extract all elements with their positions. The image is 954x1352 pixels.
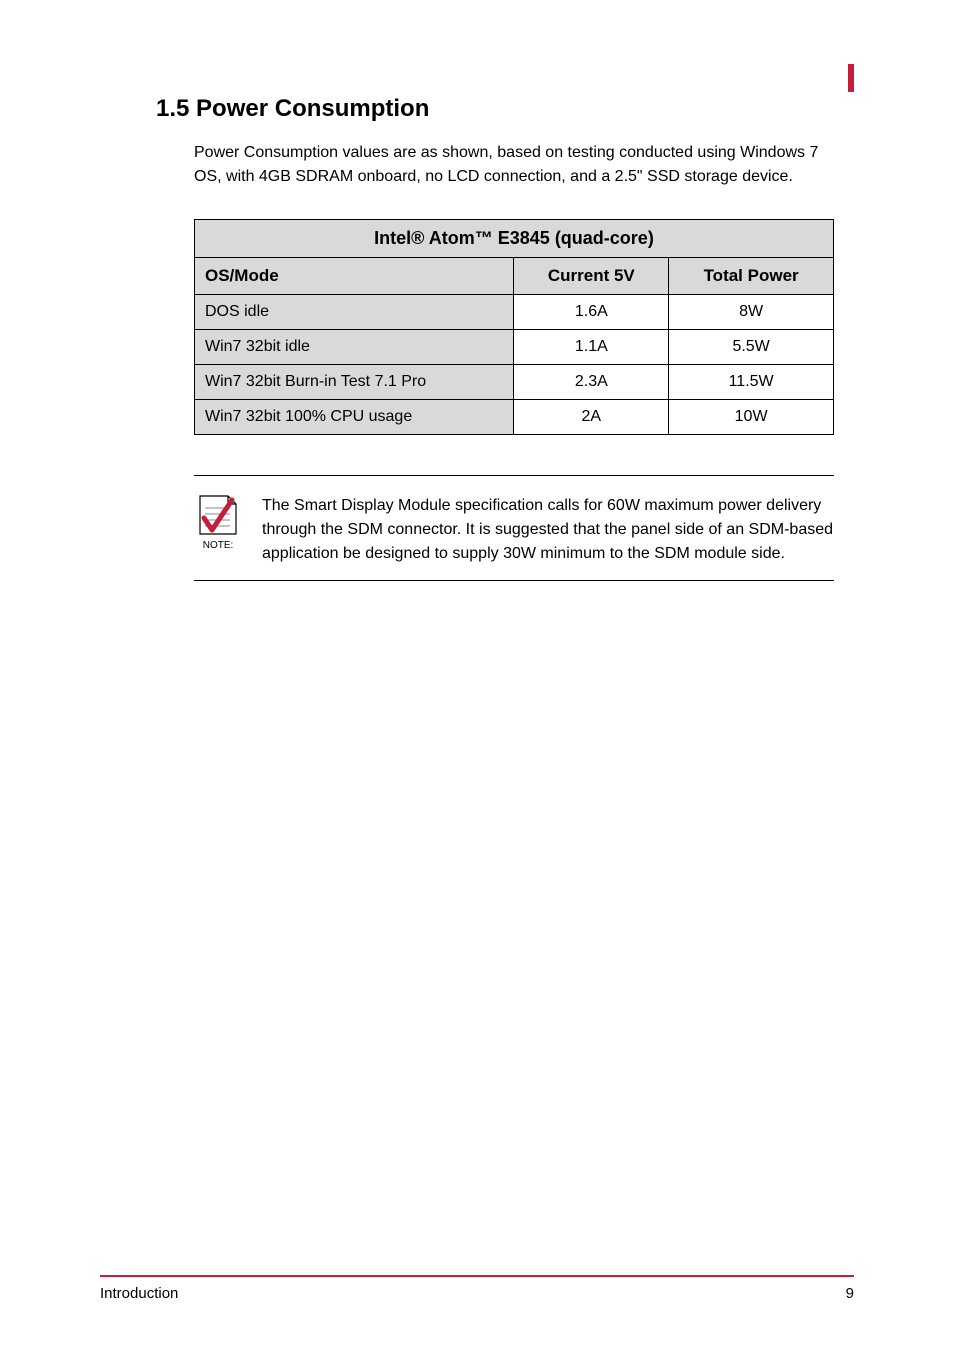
page-header-marker: [848, 64, 854, 92]
header-current: Current 5V: [514, 258, 669, 295]
cell-os-mode: Win7 32bit Burn-in Test 7.1 Pro: [195, 365, 514, 400]
power-consumption-table: Intel® Atom™ E3845 (quad-core) OS/Mode C…: [194, 219, 834, 435]
table-row: Win7 32bit Burn-in Test 7.1 Pro 2.3A 11.…: [195, 365, 834, 400]
cell-power: 10W: [669, 400, 834, 435]
footer-section-name: Introduction: [100, 1285, 178, 1302]
note-icon-wrap: NOTE:: [194, 490, 242, 551]
cell-power: 5.5W: [669, 330, 834, 365]
table-title: Intel® Atom™ E3845 (quad-core): [195, 220, 834, 258]
table-title-row: Intel® Atom™ E3845 (quad-core): [195, 220, 834, 258]
cell-os-mode: Win7 32bit idle: [195, 330, 514, 365]
cell-power: 11.5W: [669, 365, 834, 400]
section-title-text: Power Consumption: [196, 95, 429, 122]
cell-current: 2A: [514, 400, 669, 435]
table-row: Win7 32bit 100% CPU usage 2A 10W: [195, 400, 834, 435]
note-checkmark-icon: [194, 490, 242, 538]
cell-os-mode: DOS idle: [195, 295, 514, 330]
note-label: NOTE:: [203, 540, 234, 551]
section-intro: Power Consumption values are as shown, b…: [194, 141, 834, 189]
cell-os-mode: Win7 32bit 100% CPU usage: [195, 400, 514, 435]
footer-page-number: 9: [846, 1285, 854, 1302]
table-header-row: OS/Mode Current 5V Total Power: [195, 258, 834, 295]
note-text: The Smart Display Module specification c…: [262, 490, 834, 566]
cell-current: 1.6A: [514, 295, 669, 330]
section-number: 1.5: [156, 95, 189, 122]
cell-current: 1.1A: [514, 330, 669, 365]
cell-current: 2.3A: [514, 365, 669, 400]
table-row: DOS idle 1.6A 8W: [195, 295, 834, 330]
header-os-mode: OS/Mode: [195, 258, 514, 295]
note-section: NOTE: The Smart Display Module specifica…: [194, 475, 834, 581]
page-footer: Introduction 9: [100, 1275, 854, 1302]
table-row: Win7 32bit idle 1.1A 5.5W: [195, 330, 834, 365]
header-power: Total Power: [669, 258, 834, 295]
cell-power: 8W: [669, 295, 834, 330]
section-title: 1.5 Power Consumption: [156, 95, 854, 123]
